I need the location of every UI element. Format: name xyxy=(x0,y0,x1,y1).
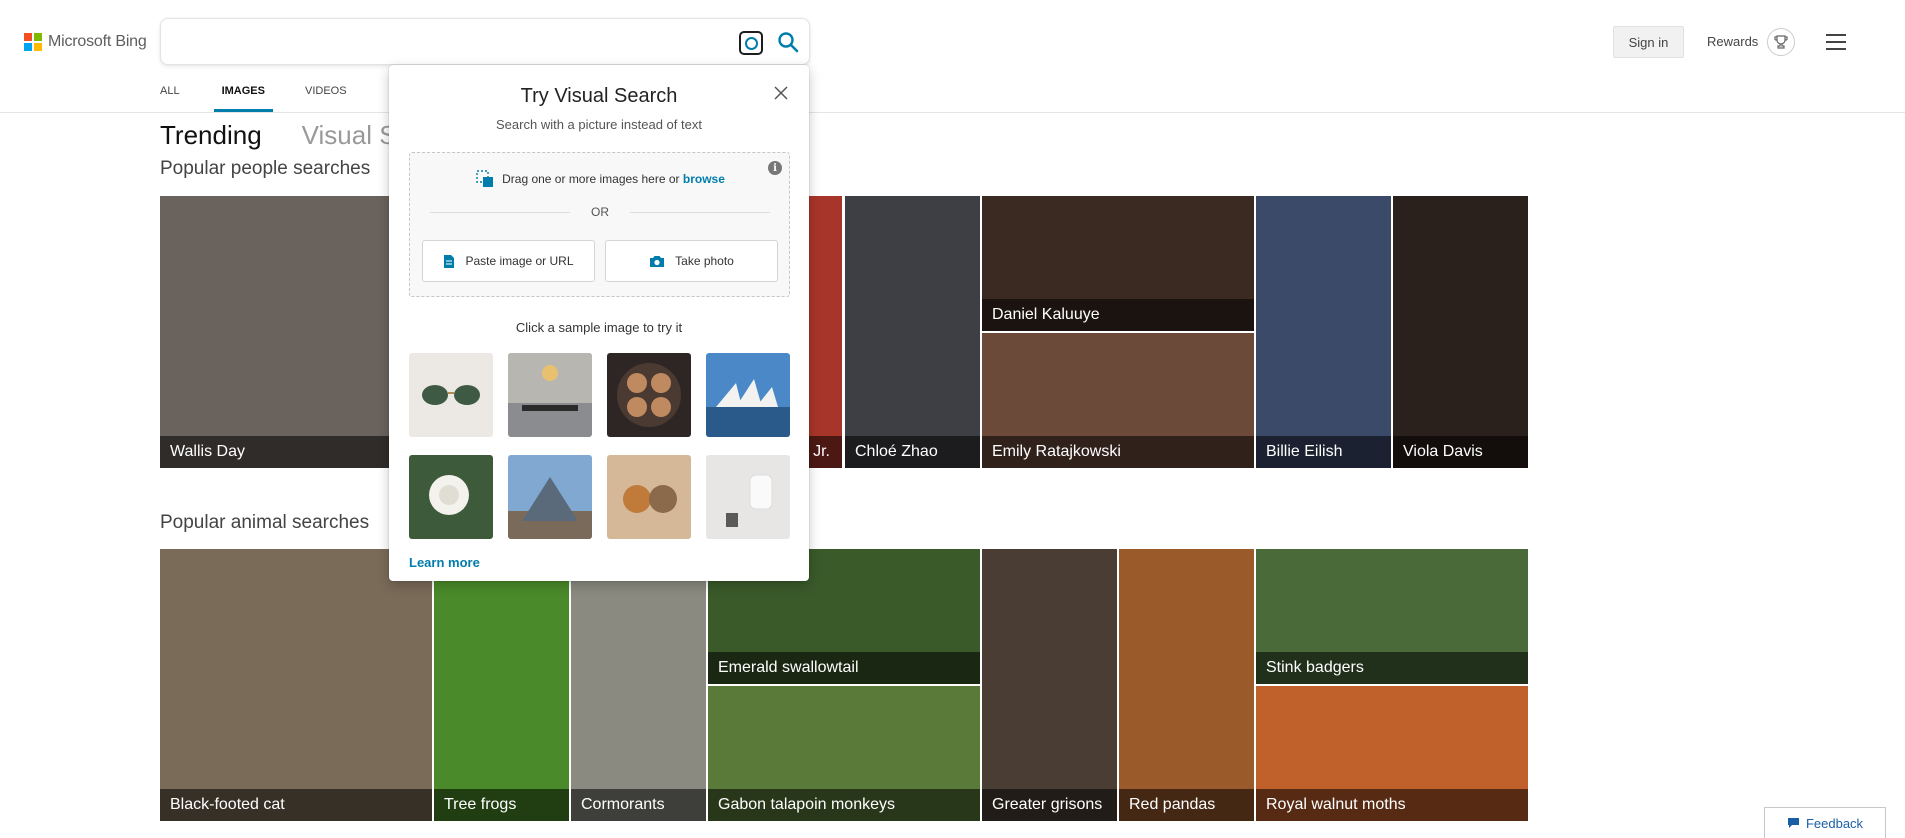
animal-tile[interactable]: Cormorants xyxy=(571,549,706,821)
microsoft-logo-icon xyxy=(24,33,42,51)
tile-label: Emerald swallowtail xyxy=(708,652,980,684)
search-icon[interactable] xyxy=(776,30,800,54)
tile-label: Black-footed cat xyxy=(160,789,432,821)
search-input[interactable] xyxy=(175,27,735,57)
page: Microsoft Bing Sign in Rewards ALL IMAGE… xyxy=(0,0,1905,838)
opera-house-sample-image[interactable] xyxy=(706,353,790,437)
sample-hint: Click a sample image to try it xyxy=(515,320,683,335)
people-tile[interactable]: Viola Davis xyxy=(1393,196,1528,468)
or-divider: OR xyxy=(430,205,770,219)
tile-label: Chloé Zhao xyxy=(845,436,980,468)
visual-search-title: Try Visual Search xyxy=(520,85,678,107)
tile-label: Wallis Day xyxy=(160,436,410,468)
tab-images[interactable]: IMAGES xyxy=(213,82,274,112)
bing-logo[interactable]: Microsoft Bing xyxy=(24,31,147,53)
people-group-title: Popular people searches xyxy=(160,158,371,179)
people-tile[interactable]: Billie Eilish xyxy=(1256,196,1391,468)
rewards-label[interactable]: Rewards xyxy=(1707,34,1758,49)
paste-label: Paste image or URL xyxy=(465,254,574,268)
animal-tile[interactable]: Stink badgers xyxy=(1256,549,1528,684)
chair-sample-image[interactable] xyxy=(706,455,790,539)
tile-label: Cormorants xyxy=(571,789,706,821)
people-tile[interactable]: Wallis Day xyxy=(160,196,410,468)
white-rose-sample-image[interactable] xyxy=(409,455,493,539)
tab-videos[interactable]: VIDEOS xyxy=(305,82,347,112)
feedback-button[interactable]: Feedback xyxy=(1764,807,1886,838)
puppies-sample-image[interactable] xyxy=(607,455,691,539)
document-icon xyxy=(444,254,455,268)
people-tile[interactable]: Chloé Zhao xyxy=(845,196,980,468)
trending-tab[interactable]: Trending xyxy=(160,120,262,151)
header-divider xyxy=(0,112,1905,113)
animal-tile[interactable]: Gabon talapoin monkeys xyxy=(708,686,980,821)
tile-label: Greater grisons xyxy=(982,789,1117,821)
tile-label: Emily Ratajkowski xyxy=(982,436,1254,468)
animal-tile[interactable]: Royal walnut moths xyxy=(1256,686,1528,821)
tile-label: Tree frogs xyxy=(434,789,569,821)
tile-label: Red pandas xyxy=(1119,789,1254,821)
trophy-icon[interactable] xyxy=(1767,28,1795,56)
visual-search-subtitle: Search with a picture instead of text xyxy=(496,117,702,132)
drag-image-icon xyxy=(476,170,494,187)
feedback-label: Feedback xyxy=(1805,815,1864,831)
take-photo-button[interactable]: Take photo xyxy=(605,240,778,282)
animal-tile[interactable]: Black-footed cat xyxy=(160,549,432,821)
browse-link[interactable]: browse xyxy=(683,172,725,186)
brand-name: Microsoft Bing xyxy=(48,33,147,50)
coffee-cups-sample-image[interactable] xyxy=(607,353,691,437)
louvre-pyramid-sample-image[interactable] xyxy=(508,455,592,539)
tile-label: Gabon talapoin monkeys xyxy=(708,789,980,821)
sign-in-button[interactable]: Sign in xyxy=(1613,26,1684,58)
learn-more-link[interactable]: Learn more xyxy=(409,555,480,570)
visual-search-panel: Try Visual Search Search with a picture … xyxy=(389,65,809,581)
nav-tabs: ALL IMAGES VIDEOS xyxy=(160,82,379,112)
camera-icon xyxy=(650,255,665,267)
animal-tile[interactable]: Greater grisons xyxy=(982,549,1117,821)
close-icon[interactable] xyxy=(773,85,789,101)
speech-bubble-icon xyxy=(1787,818,1799,828)
visual-search-icon[interactable] xyxy=(739,31,763,55)
paste-image-url-button[interactable]: Paste image or URL xyxy=(422,240,595,282)
image-drop-zone[interactable]: i Drag one or more images here or browse… xyxy=(409,152,790,297)
drag-instructions: Drag one or more images here or browse xyxy=(410,170,791,188)
search-box xyxy=(160,18,810,65)
dining-room-sample-image[interactable] xyxy=(508,353,592,437)
tile-label: Stink badgers xyxy=(1256,652,1528,684)
animals-group-title: Popular animal searches xyxy=(160,512,370,533)
tile-label: Viola Davis xyxy=(1393,436,1528,468)
people-tile[interactable]: Daniel Kaluuye xyxy=(982,196,1254,331)
tile-label: Royal walnut moths xyxy=(1256,789,1528,821)
animal-tile[interactable]: Tree frogs xyxy=(434,549,569,821)
photo-label: Take photo xyxy=(675,254,734,268)
people-tile[interactable]: Emily Ratajkowski xyxy=(982,333,1254,468)
animal-tile[interactable]: Red pandas xyxy=(1119,549,1254,821)
drag-text: Drag one or more images here or xyxy=(502,172,680,186)
tab-all[interactable]: ALL xyxy=(160,82,180,112)
hamburger-menu-icon[interactable] xyxy=(1826,34,1846,50)
tile-label: Billie Eilish xyxy=(1256,436,1391,468)
sunglasses-sample-image[interactable] xyxy=(409,353,493,437)
tile-label: Daniel Kaluuye xyxy=(982,299,1254,331)
